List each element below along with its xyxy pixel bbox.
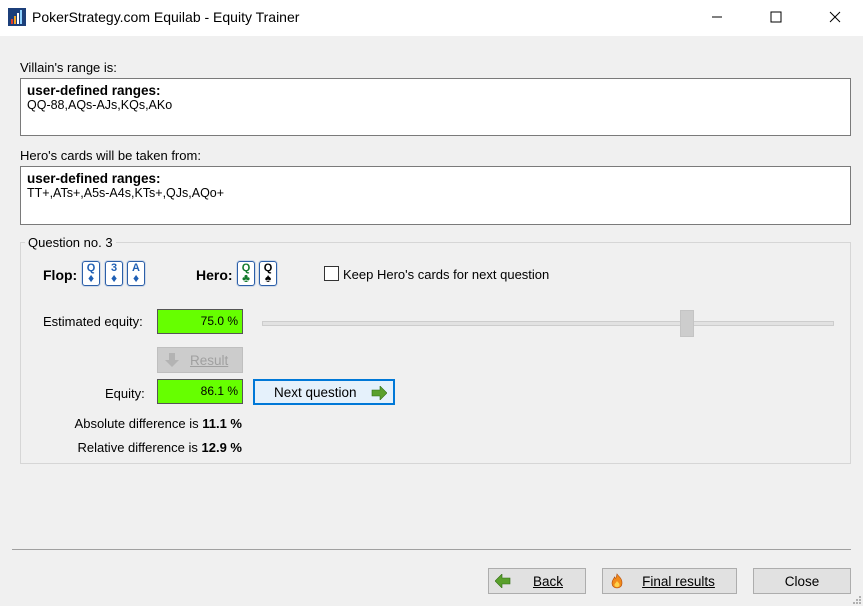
estimated-equity-label: Estimated equity: — [43, 314, 143, 329]
equity-field: 86.1 % — [157, 379, 243, 404]
close-button-label: Close — [784, 573, 820, 589]
question-legend: Question no. 3 — [25, 235, 116, 250]
hero-range-label: Hero's cards will be taken from: — [20, 148, 201, 163]
relative-difference-value: 12.9 % — [201, 440, 242, 455]
villain-range-title: user-defined ranges: — [27, 83, 161, 98]
back-button[interactable]: Back — [488, 568, 586, 594]
absolute-difference-prefix: Absolute difference is — [74, 416, 199, 431]
right-arrow-icon — [371, 386, 387, 400]
keep-hero-cards-checkbox[interactable] — [324, 266, 339, 281]
footer-separator — [12, 549, 851, 550]
diamond-suit-icon: ♦ — [110, 271, 118, 285]
back-button-label: Back — [532, 573, 563, 589]
final-results-button-label: Final results — [642, 573, 715, 589]
final-results-button[interactable]: Final results — [602, 568, 737, 594]
hero-range-title: user-defined ranges: — [27, 171, 161, 186]
result-button-label: Result — [190, 352, 229, 368]
equity-slider-track[interactable] — [262, 321, 834, 326]
hero-label: Hero: — [196, 267, 233, 283]
resize-grip-icon[interactable] — [850, 593, 862, 605]
result-button[interactable]: Result — [157, 347, 243, 373]
club-suit-icon: ♣ — [242, 271, 250, 285]
close-window-button[interactable] — [812, 0, 858, 34]
absolute-difference: Absolute difference is 11.1 % — [20, 416, 242, 431]
app-icon — [8, 8, 26, 26]
down-arrow-icon — [165, 353, 179, 367]
equity-label: Equity: — [105, 386, 145, 401]
minimize-button[interactable] — [694, 0, 740, 34]
hero-range-value: TT+,ATs+,A5s-A4s,KTs+,QJs,AQo+ — [27, 186, 225, 200]
close-icon — [829, 11, 841, 23]
villain-range-box[interactable]: user-defined ranges: QQ-88,AQs-AJs,KQs,A… — [20, 78, 851, 136]
minimize-icon — [712, 16, 722, 18]
relative-difference: Relative difference is 12.9 % — [20, 440, 242, 455]
estimated-equity-field[interactable]: 75.0 % — [157, 309, 243, 334]
hero-card-1: Q ♣ — [237, 261, 255, 286]
next-question-label: Next question — [274, 384, 357, 400]
flop-card-2: 3 ♦ — [105, 261, 123, 286]
keep-hero-cards-label[interactable]: Keep Hero's cards for next question — [343, 267, 549, 282]
diamond-suit-icon: ♦ — [87, 271, 95, 285]
fire-icon — [611, 573, 623, 589]
close-button[interactable]: Close — [753, 568, 851, 594]
window-title: PokerStrategy.com Equilab - Equity Train… — [32, 9, 300, 25]
maximize-button[interactable] — [753, 0, 799, 34]
equity-slider-thumb[interactable] — [680, 310, 694, 337]
absolute-difference-value: 11.1 % — [202, 416, 242, 431]
villain-range-label: Villain's range is: — [20, 60, 117, 75]
title-bar: PokerStrategy.com Equilab - Equity Train… — [0, 0, 863, 36]
diamond-suit-icon: ♦ — [132, 271, 140, 285]
flop-card-1: Q ♦ — [82, 261, 100, 286]
left-arrow-icon — [495, 574, 511, 588]
flop-card-3: A ♦ — [127, 261, 145, 286]
flop-label: Flop: — [43, 267, 78, 283]
hero-range-box[interactable]: user-defined ranges: TT+,ATs+,A5s-A4s,KT… — [20, 166, 851, 225]
spade-suit-icon: ♠ — [264, 271, 272, 285]
next-question-button[interactable]: Next question — [253, 379, 395, 405]
relative-difference-prefix: Relative difference is — [77, 440, 198, 455]
villain-range-value: QQ-88,AQs-AJs,KQs,AKo — [27, 98, 173, 112]
hero-card-2: Q ♠ — [259, 261, 277, 286]
maximize-icon — [770, 11, 782, 23]
